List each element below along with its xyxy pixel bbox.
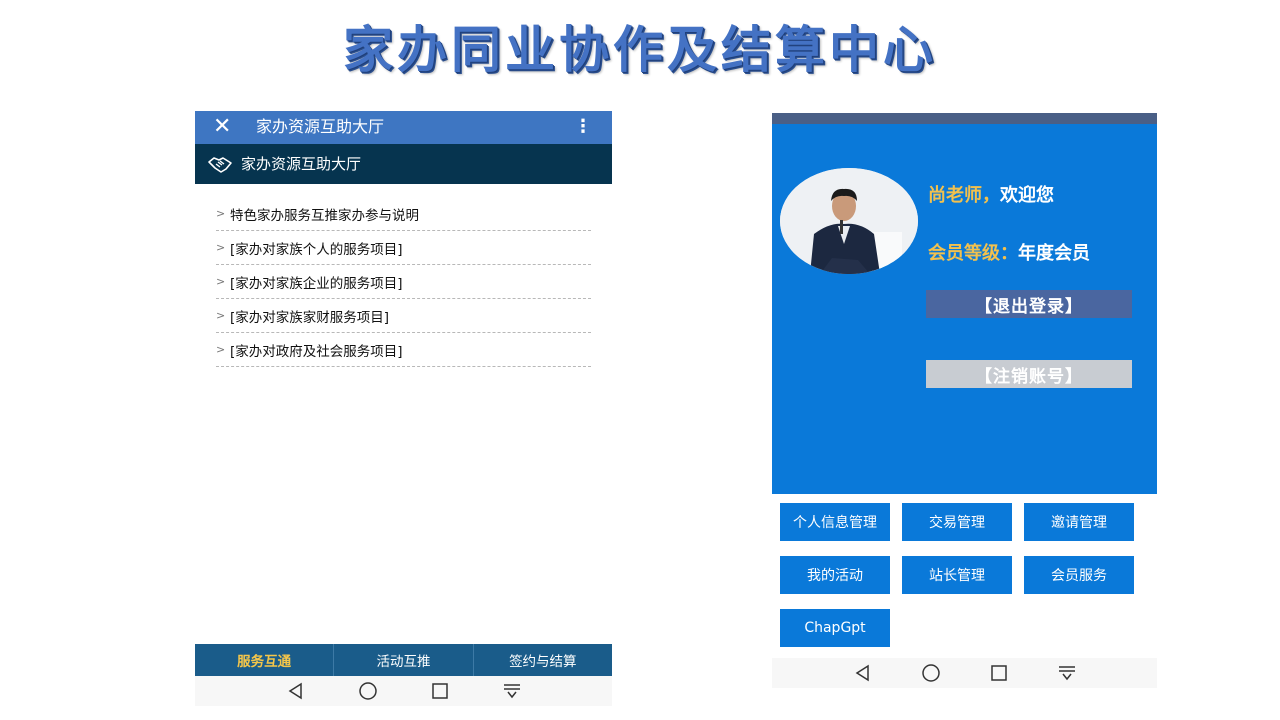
left-system-navbar (195, 676, 612, 706)
back-triangle-icon[interactable] (282, 681, 310, 701)
list-item[interactable]: > [家办对家族个人的服务项目] (216, 231, 591, 265)
tile-chapgpt[interactable]: ChapGpt (780, 609, 890, 647)
tab-contract-settlement[interactable]: 签约与结算 (474, 644, 612, 676)
chevron-right-icon: > (216, 241, 226, 254)
close-icon[interactable]: ✕ (213, 114, 231, 140)
back-triangle-icon[interactable] (849, 663, 877, 683)
greeting-text: 尚老师，欢迎您 (928, 181, 1054, 207)
list-item-label: 特色家办服务互推家办参与说明 (230, 207, 419, 224)
level-value: 年度会员 (1018, 243, 1090, 264)
notification-pull-icon[interactable] (498, 681, 526, 701)
status-bar (772, 113, 1157, 124)
list-item[interactable]: > [家办对家族家财服务项目] (216, 299, 591, 333)
notification-pull-icon[interactable] (1053, 663, 1081, 683)
cancel-account-button[interactable]: 【注销账号】 (926, 360, 1132, 388)
handshake-icon (208, 157, 232, 173)
welcome-text: 欢迎您 (1000, 185, 1054, 206)
home-circle-icon[interactable] (917, 663, 945, 683)
list-item-label: [家办对政府及社会服务项目] (230, 343, 403, 360)
tile-personal-info[interactable]: 个人信息管理 (780, 503, 890, 541)
left-header: 家办资源互助大厅 (195, 144, 612, 184)
service-list: > 特色家办服务互推家办参与说明 > [家办对家族个人的服务项目] > [家办对… (216, 197, 591, 367)
right-phone-screen: 尚老师，欢迎您 会员等级：年度会员 【退出登录】 【注销账号】 个人信息管理 交… (772, 113, 1157, 688)
chevron-right-icon: > (216, 343, 226, 356)
list-item-label: [家办对家族家财服务项目] (230, 309, 390, 326)
right-system-navbar (772, 658, 1157, 688)
chevron-right-icon: > (216, 309, 226, 322)
left-topbar-title: 家办资源互助大厅 (256, 117, 385, 136)
avatar (780, 168, 918, 274)
tile-invitation[interactable]: 邀请管理 (1024, 503, 1134, 541)
tile-my-activities[interactable]: 我的活动 (780, 556, 890, 594)
slide: 家办同业协作及结算中心 ✕ 家办资源互助大厅 ⋮ 家办资源互助大厅 > 特色家办… (0, 0, 1280, 720)
tile-station-admin[interactable]: 站长管理 (902, 556, 1012, 594)
left-topbar: ✕ 家办资源互助大厅 ⋮ (195, 111, 612, 144)
membership-level: 会员等级：年度会员 (928, 239, 1090, 265)
level-label: 会员等级： (928, 243, 1018, 264)
list-item[interactable]: > 特色家办服务互推家办参与说明 (216, 197, 591, 231)
user-name: 尚老师， (928, 185, 1000, 206)
chevron-right-icon: > (216, 207, 226, 220)
recents-square-icon[interactable] (426, 681, 454, 701)
tile-member-service[interactable]: 会员服务 (1024, 556, 1134, 594)
left-header-title: 家办资源互助大厅 (241, 155, 362, 173)
slide-title: 家办同业协作及结算中心 (343, 21, 937, 79)
left-phone-screen: ✕ 家办资源互助大厅 ⋮ 家办资源互助大厅 > 特色家办服务互推家办参与说明 >… (195, 111, 612, 706)
profile-panel: 尚老师，欢迎您 会员等级：年度会员 【退出登录】 【注销账号】 (772, 124, 1157, 494)
list-item-label: [家办对家族企业的服务项目] (230, 275, 403, 292)
tab-activity-promotion[interactable]: 活动互推 (334, 644, 474, 676)
tile-transaction[interactable]: 交易管理 (902, 503, 1012, 541)
list-item[interactable]: > [家办对政府及社会服务项目] (216, 333, 591, 367)
chevron-right-icon: > (216, 275, 226, 288)
home-circle-icon[interactable] (354, 681, 382, 701)
list-item-label: [家办对家族个人的服务项目] (230, 241, 403, 258)
list-item[interactable]: > [家办对家族企业的服务项目] (216, 265, 591, 299)
recents-square-icon[interactable] (985, 663, 1013, 683)
more-vertical-icon[interactable]: ⋮ (574, 115, 592, 139)
tab-service-exchange[interactable]: 服务互通 (195, 644, 335, 676)
logout-button[interactable]: 【退出登录】 (926, 290, 1132, 318)
bottom-tabbar: 服务互通 活动互推 签约与结算 (195, 644, 612, 676)
